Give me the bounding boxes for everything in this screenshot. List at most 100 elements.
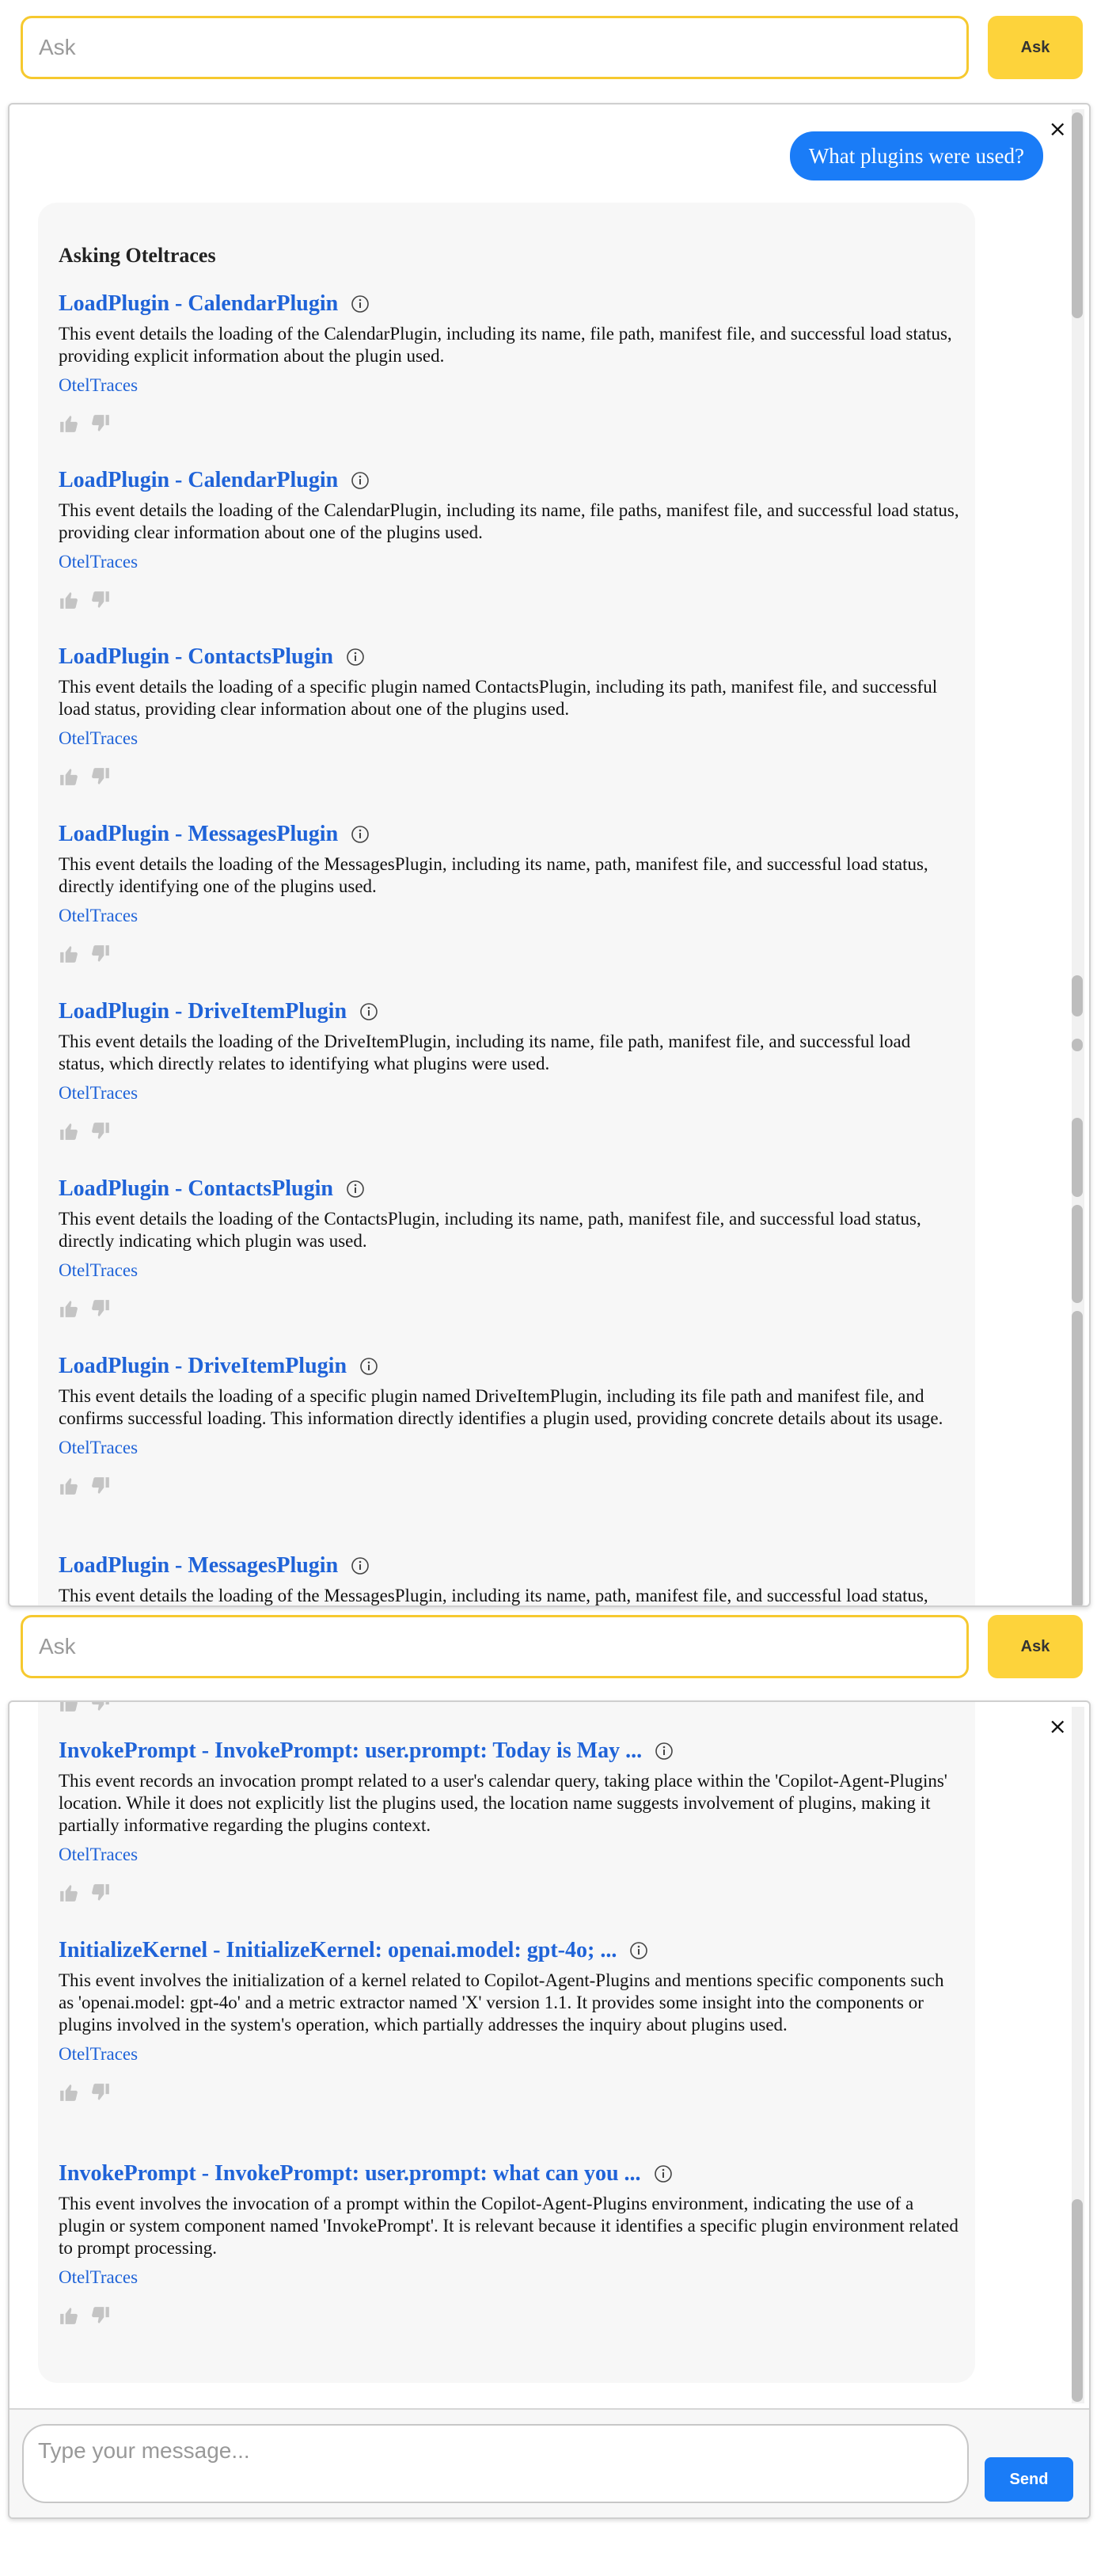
info-icon[interactable] bbox=[654, 2164, 673, 2183]
result-title-link[interactable]: LoadPlugin - ContactsPlugin bbox=[59, 1176, 333, 1202]
result-source-link[interactable]: OtelTraces bbox=[59, 552, 961, 572]
info-icon[interactable] bbox=[346, 1180, 365, 1199]
scrollbar-thumb[interactable] bbox=[1072, 112, 1083, 318]
message-composer: Type your message... Send bbox=[9, 2408, 1089, 2517]
result-description: This event details the loading of a spec… bbox=[59, 1386, 943, 1428]
ask-bar: Ask Ask bbox=[21, 16, 1097, 79]
info-icon[interactable] bbox=[351, 825, 370, 844]
thumbs-down-icon[interactable] bbox=[90, 1121, 111, 1142]
info-icon[interactable] bbox=[351, 294, 370, 313]
thumbs-up-icon[interactable] bbox=[59, 2082, 79, 2103]
scrollbar-segment bbox=[1072, 1205, 1083, 1303]
send-button[interactable]: Send bbox=[985, 2457, 1073, 2502]
result-description: This event details the loading of the Ca… bbox=[59, 324, 952, 366]
result-source-link[interactable]: OtelTraces bbox=[59, 728, 961, 749]
ask-button[interactable]: Ask bbox=[988, 16, 1083, 79]
thumbs-down-icon[interactable] bbox=[90, 944, 111, 964]
ask-input[interactable]: Ask bbox=[21, 1615, 969, 1678]
result-title-link[interactable]: InvokePrompt - InvokePrompt: user.prompt… bbox=[59, 2161, 641, 2187]
scrollbar-thumb[interactable] bbox=[1072, 2199, 1083, 2402]
result-item: InvokePrompt - InvokePrompt: user.prompt… bbox=[59, 1737, 961, 1903]
result-title-link[interactable]: LoadPlugin - MessagesPlugin bbox=[59, 1553, 338, 1579]
chat-panel: × What plugins were used? Asking Oteltra… bbox=[8, 103, 1091, 1607]
result-title-link[interactable]: LoadPlugin - ContactsPlugin bbox=[59, 644, 333, 670]
result-source-link[interactable]: OtelTraces bbox=[59, 2044, 961, 2065]
result-source-link[interactable]: OtelTraces bbox=[59, 2267, 961, 2288]
result-source-link[interactable]: OtelTraces bbox=[59, 375, 961, 396]
result-title-link[interactable]: LoadPlugin - MessagesPlugin bbox=[59, 822, 338, 847]
user-message-bubble: What plugins were used? bbox=[789, 131, 1043, 180]
result-title-link[interactable]: LoadPlugin - CalendarPlugin bbox=[59, 468, 338, 493]
info-icon[interactable] bbox=[351, 471, 370, 490]
thumbs-down-icon[interactable] bbox=[90, 2305, 111, 2326]
asking-title: Asking Oteltraces bbox=[59, 244, 216, 267]
info-icon[interactable] bbox=[629, 1941, 648, 1960]
ask-button[interactable]: Ask bbox=[988, 1615, 1083, 1678]
scrollbar-segment bbox=[1072, 975, 1083, 1016]
scrollbar-segment bbox=[1072, 1118, 1083, 1197]
thumbs-down-icon[interactable] bbox=[90, 1476, 111, 1496]
thumbs-down-icon[interactable] bbox=[90, 1883, 111, 1903]
result-description: This event details the loading of the Ca… bbox=[59, 500, 959, 542]
result-item: LoadPlugin - ContactsPlugin This event d… bbox=[59, 643, 961, 787]
result-source-link[interactable]: OtelTraces bbox=[59, 1438, 961, 1458]
thumbs-down-icon[interactable] bbox=[90, 413, 111, 434]
result-item: LoadPlugin - MessagesPlugin This event d… bbox=[59, 1552, 961, 1605]
result-description: This event details the loading of the Me… bbox=[59, 1586, 928, 1605]
thumbs-up-icon[interactable] bbox=[59, 590, 79, 610]
result-item: LoadPlugin - ContactsPlugin This event d… bbox=[59, 1175, 961, 1319]
result-description: This event records an invocation prompt … bbox=[59, 1771, 947, 1835]
info-icon[interactable] bbox=[359, 1002, 378, 1021]
result-description: This event details the loading of the Co… bbox=[59, 1209, 921, 1251]
ask-bar: Ask Ask bbox=[21, 1615, 1097, 1678]
result-description: This event involves the initialization o… bbox=[59, 1970, 944, 2035]
result-title-link[interactable]: InvokePrompt - InvokePrompt: user.prompt… bbox=[59, 1738, 642, 1764]
thumbs-up-icon[interactable] bbox=[59, 1298, 79, 1319]
scrollbar-segment bbox=[1072, 1311, 1083, 1605]
result-title-link[interactable]: LoadPlugin - DriveItemPlugin bbox=[59, 999, 347, 1024]
thumbs-up-icon[interactable] bbox=[59, 766, 79, 787]
message-input[interactable]: Type your message... bbox=[22, 2424, 969, 2503]
result-description: This event details the loading of the Me… bbox=[59, 854, 928, 896]
close-icon[interactable]: × bbox=[1049, 1713, 1067, 1739]
thumbs-up-icon[interactable] bbox=[59, 944, 79, 964]
result-source-link[interactable]: OtelTraces bbox=[59, 1083, 961, 1104]
thumbs-up-icon[interactable] bbox=[59, 1121, 79, 1142]
thumbs-down-icon[interactable] bbox=[90, 1700, 111, 1713]
scrollbar-segment bbox=[1072, 1039, 1083, 1051]
close-icon[interactable]: × bbox=[1049, 116, 1067, 142]
result-item: LoadPlugin - CalendarPlugin This event d… bbox=[59, 290, 961, 434]
info-icon[interactable] bbox=[655, 1742, 674, 1761]
result-item: InitializeKernel - InitializeKernel: ope… bbox=[59, 1936, 961, 2103]
result-description: This event details the loading of the Dr… bbox=[59, 1032, 911, 1073]
result-source-link[interactable]: OtelTraces bbox=[59, 1845, 961, 1865]
thumbs-down-icon[interactable] bbox=[90, 590, 111, 610]
info-icon[interactable] bbox=[346, 648, 365, 667]
thumbs-down-icon[interactable] bbox=[90, 1298, 111, 1319]
thumbs-up-icon[interactable] bbox=[59, 413, 79, 434]
answer-card: InvokePrompt - InvokePrompt: user.prompt… bbox=[38, 1700, 975, 2383]
result-item: LoadPlugin - DriveItemPlugin This event … bbox=[59, 997, 961, 1142]
result-description: This event details the loading of a spec… bbox=[59, 677, 938, 719]
result-title-link[interactable]: LoadPlugin - CalendarPlugin bbox=[59, 291, 338, 317]
result-item: LoadPlugin - DriveItemPlugin This event … bbox=[59, 1352, 961, 1496]
result-title-link[interactable]: LoadPlugin - DriveItemPlugin bbox=[59, 1354, 347, 1379]
answer-card: Asking Oteltraces LoadPlugin - CalendarP… bbox=[38, 203, 975, 1605]
thumbs-up-icon[interactable] bbox=[59, 1883, 79, 1903]
thumbs-up-icon[interactable] bbox=[59, 1476, 79, 1496]
result-item: LoadPlugin - MessagesPlugin This event d… bbox=[59, 820, 961, 964]
result-description: This event involves the invocation of a … bbox=[59, 2194, 958, 2258]
thumbs-up-icon[interactable] bbox=[59, 1700, 79, 1713]
result-source-link[interactable]: OtelTraces bbox=[59, 906, 961, 926]
result-item: InvokePrompt - InvokePrompt: user.prompt… bbox=[59, 2160, 961, 2326]
thumbs-down-icon[interactable] bbox=[90, 766, 111, 787]
result-source-link[interactable]: OtelTraces bbox=[59, 1260, 961, 1281]
ask-input[interactable]: Ask bbox=[21, 16, 969, 79]
result-title-link[interactable]: InitializeKernel - InitializeKernel: ope… bbox=[59, 1938, 617, 1963]
thumbs-up-icon[interactable] bbox=[59, 2305, 79, 2326]
info-icon[interactable] bbox=[359, 1357, 378, 1376]
result-item: LoadPlugin - CalendarPlugin This event d… bbox=[59, 466, 961, 610]
thumbs-down-icon[interactable] bbox=[90, 2082, 111, 2103]
info-icon[interactable] bbox=[351, 1556, 370, 1575]
chat-panel: × InvokePrompt - InvokePrompt: user.prom… bbox=[8, 1700, 1091, 2519]
